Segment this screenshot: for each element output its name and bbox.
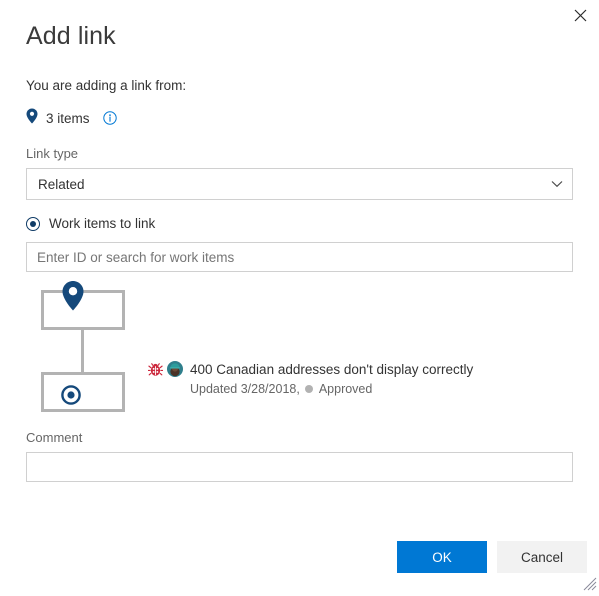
link-type-select[interactable]: Related <box>26 168 573 200</box>
close-icon <box>574 9 587 22</box>
source-items-count: 3 items <box>46 110 90 126</box>
work-item-title: 400 Canadian addresses don't display cor… <box>190 362 474 377</box>
link-type-label: Link type <box>26 146 79 161</box>
info-icon[interactable] <box>102 111 117 125</box>
location-pin-icon <box>61 280 85 317</box>
chevron-down-icon <box>542 180 572 188</box>
location-pin-icon <box>26 108 38 129</box>
resize-grip-icon[interactable] <box>583 577 597 591</box>
close-button[interactable] <box>565 2 595 28</box>
dialog-footer: OK Cancel <box>0 533 599 593</box>
tree-node-target <box>41 372 125 412</box>
comment-label: Comment <box>26 430 83 445</box>
add-link-dialog: Add link You are adding a link from: 3 i… <box>0 0 599 593</box>
tree-connector-line <box>81 330 84 372</box>
link-tree-diagram <box>41 281 125 412</box>
source-description: You are adding a link from: <box>26 78 187 93</box>
work-item-state: Approved <box>318 382 373 396</box>
work-item-result[interactable]: 400 Canadian addresses don't display cor… <box>147 361 473 397</box>
work-item-updated: Updated 3/28/2018, <box>190 382 300 396</box>
radio-work-items-label: Work items to link <box>49 216 156 231</box>
work-item-subtitle: Updated 3/28/2018, Approved <box>190 381 473 397</box>
radio-work-items-to-link[interactable]: Work items to link <box>26 216 155 231</box>
radio-button-fill <box>30 220 36 227</box>
dialog-title: Add link <box>26 22 116 50</box>
state-dot-icon <box>304 385 313 393</box>
source-items-row: 3 items <box>26 108 117 128</box>
bug-icon <box>147 362 164 382</box>
radio-button-icon <box>26 216 40 231</box>
ok-button[interactable]: OK <box>397 541 487 573</box>
avatar-icon <box>167 361 183 382</box>
work-item-search-input[interactable] <box>26 242 573 272</box>
target-icon <box>60 384 82 411</box>
link-type-selected-value: Related <box>38 176 85 192</box>
cancel-button[interactable]: Cancel <box>497 541 587 573</box>
comment-input[interactable] <box>26 452 573 482</box>
tree-node-source <box>41 281 125 330</box>
work-item-text: 400 Canadian addresses don't display cor… <box>190 361 473 397</box>
